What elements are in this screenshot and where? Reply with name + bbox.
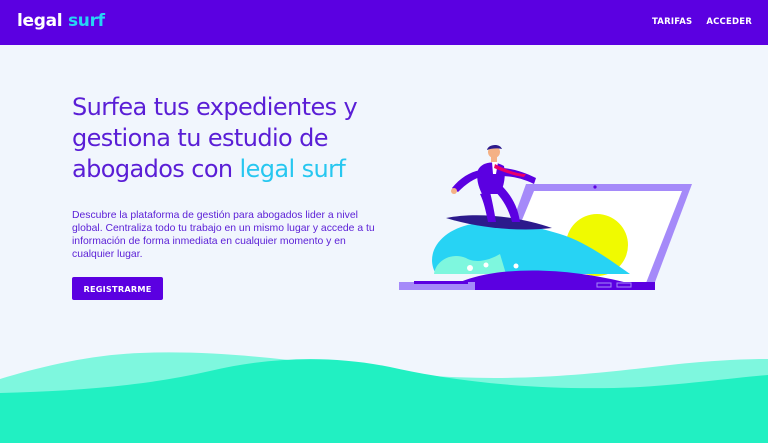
hero-headline: Surfea tus expedientes y gestiona tu est… bbox=[72, 92, 392, 185]
hero-description: Descubre la plataforma de gestión para a… bbox=[72, 210, 375, 260]
logo[interactable]: legal surf bbox=[17, 11, 105, 31]
laptop-camera bbox=[593, 185, 597, 189]
nav-links: TARIFAS ACCEDER bbox=[652, 17, 752, 27]
top-navbar: legal surf TARIFAS ACCEDER bbox=[0, 0, 768, 45]
register-button[interactable]: REGISTRARME bbox=[72, 277, 163, 300]
nav-link-acceder[interactable]: ACCEDER bbox=[706, 17, 752, 27]
surfer-hand bbox=[451, 188, 457, 194]
nav-link-tarifas[interactable]: TARIFAS bbox=[652, 17, 692, 27]
logo-text-legal: legal bbox=[17, 11, 63, 31]
logo-text-surf: surf bbox=[67, 11, 105, 31]
hero-headline-brand: legal surf bbox=[239, 155, 346, 183]
surfer-laptop-illustration bbox=[399, 144, 692, 290]
wave-foam bbox=[483, 262, 489, 268]
laptop-touchpad bbox=[414, 281, 468, 284]
wave-foam bbox=[513, 263, 519, 269]
wave-foam bbox=[467, 265, 473, 271]
footer-waves bbox=[0, 352, 768, 443]
